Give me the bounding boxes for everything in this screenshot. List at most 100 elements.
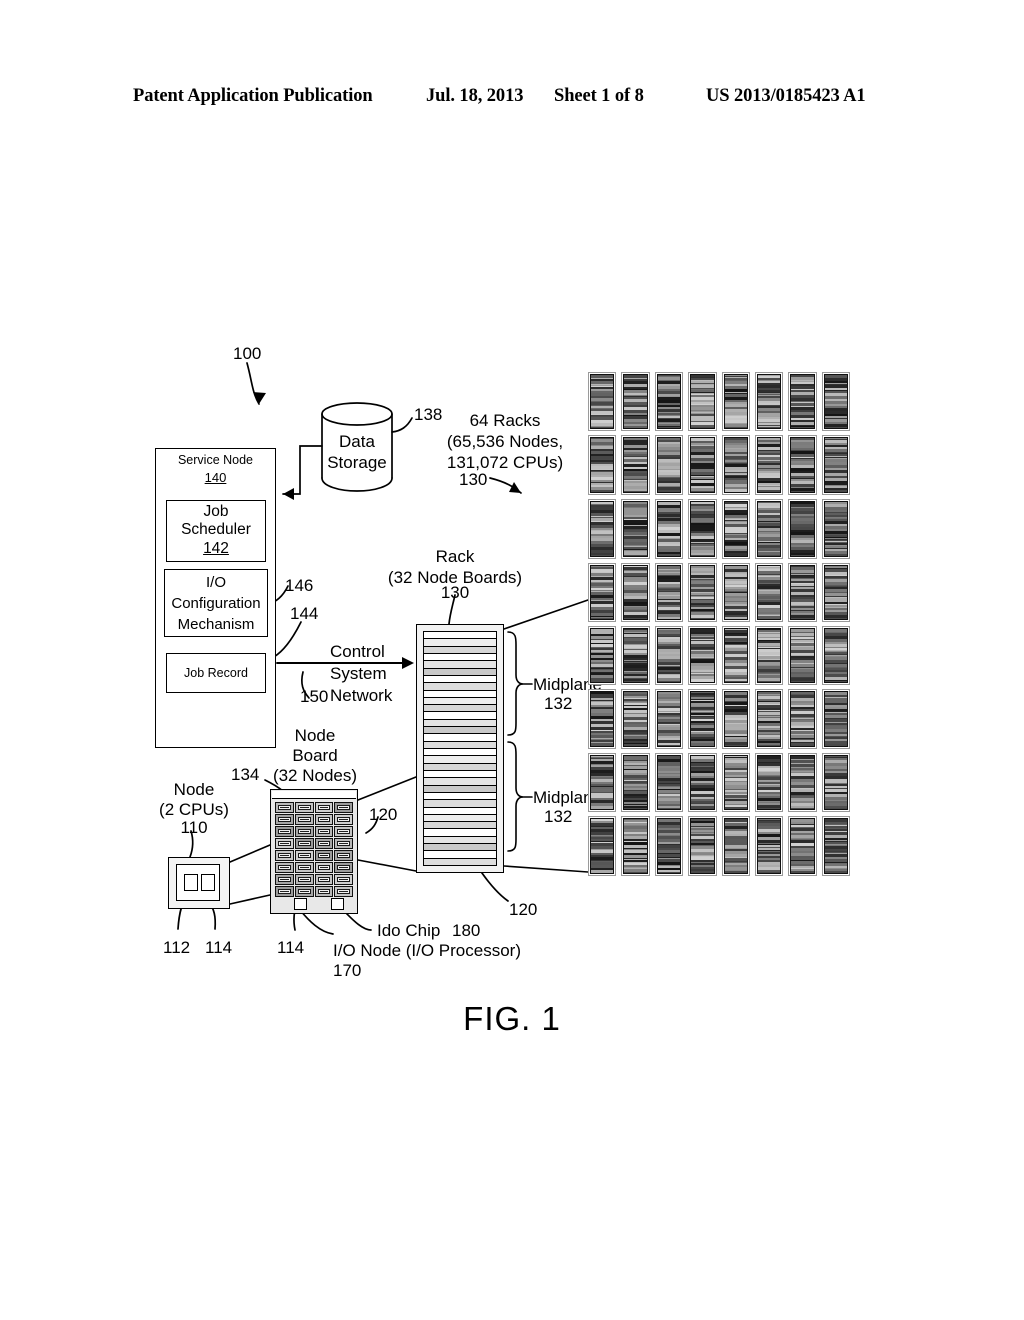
rack-unit-body bbox=[690, 437, 715, 493]
rack-unit bbox=[688, 689, 717, 749]
rack-unit-body bbox=[756, 628, 782, 683]
rack-unit bbox=[588, 816, 617, 876]
rack-node-board-slot bbox=[424, 844, 496, 852]
rack-node-board-slot bbox=[424, 661, 496, 669]
node-chip bbox=[334, 862, 353, 873]
rack-node-board-slot bbox=[424, 683, 496, 691]
io-node-label: I/O Node (I/O Processor) bbox=[333, 941, 521, 960]
rack-unit-body bbox=[756, 501, 782, 557]
figure-caption: FIG. 1 bbox=[463, 1000, 561, 1037]
rack-unit-body bbox=[623, 501, 648, 557]
node-chip bbox=[334, 802, 353, 813]
rack-unit-body bbox=[623, 628, 648, 683]
racks-summary-label: 64 Racks (65,536 Nodes, 131,072 CPUs) bbox=[430, 410, 580, 473]
node-chip bbox=[294, 862, 314, 873]
rack-unit-body bbox=[690, 628, 715, 683]
cpu-square-2 bbox=[201, 874, 215, 891]
rack-unit-body bbox=[790, 628, 815, 683]
node-chip bbox=[294, 886, 314, 897]
ref-132-midplane-lower: 132 bbox=[544, 807, 573, 826]
rack-node-board-slot bbox=[424, 668, 496, 676]
rack-unit-body bbox=[823, 691, 848, 747]
rack-node-board-slot bbox=[424, 785, 496, 793]
job-scheduler-line2: Scheduler bbox=[181, 521, 251, 538]
rack-unit-body bbox=[656, 818, 682, 874]
rack-unit-body bbox=[790, 437, 815, 493]
rack-unit bbox=[588, 372, 617, 431]
rack-unit-body bbox=[790, 818, 815, 874]
rack-unit bbox=[621, 689, 650, 749]
node-chip bbox=[294, 802, 314, 813]
rack-unit bbox=[654, 753, 684, 812]
rack-unit-body bbox=[723, 437, 748, 493]
rack-unit bbox=[721, 753, 750, 812]
job-scheduler-line1: Job bbox=[203, 503, 229, 520]
node-chip bbox=[314, 886, 334, 897]
ref-130-racks: 130 bbox=[459, 470, 488, 489]
rack-node-board-slot bbox=[424, 675, 496, 684]
rack-unit bbox=[754, 372, 784, 431]
rack-unit bbox=[788, 689, 817, 749]
rack-unit-body bbox=[823, 755, 848, 810]
rack-unit bbox=[654, 626, 684, 685]
control-network-line3: Network bbox=[330, 686, 393, 705]
ref-132-midplane-upper: 132 bbox=[544, 694, 573, 713]
node-chip bbox=[294, 874, 314, 885]
rack-unit-body bbox=[656, 691, 682, 747]
rack-unit bbox=[654, 435, 684, 495]
rack-unit bbox=[621, 816, 650, 876]
node-chip bbox=[334, 850, 353, 861]
rack-unit-body bbox=[756, 691, 782, 747]
ref-142-job-scheduler: 142 bbox=[203, 540, 229, 557]
ref-120-rack-slot: 120 bbox=[509, 900, 538, 919]
rack-unit bbox=[788, 372, 817, 431]
rack-unit-body bbox=[823, 565, 848, 620]
rack-unit bbox=[754, 753, 784, 812]
io-node-square-left bbox=[294, 898, 307, 910]
rack-node-board-slot bbox=[424, 829, 496, 837]
rack-unit-body bbox=[723, 755, 748, 810]
rack-unit-body bbox=[623, 691, 648, 747]
ref-100-system: 100 bbox=[233, 344, 262, 363]
rack-unit bbox=[721, 499, 750, 559]
node-board-line2: Board bbox=[292, 746, 338, 765]
rack-unit bbox=[721, 816, 750, 876]
rack-node-board-slots bbox=[423, 631, 497, 866]
rack-unit-body bbox=[823, 818, 848, 874]
node-board-line3: (32 Nodes) bbox=[272, 766, 358, 785]
control-system-network-label: Control System Network bbox=[330, 641, 392, 707]
rack-unit bbox=[821, 626, 850, 685]
rack-unit-body bbox=[656, 501, 682, 557]
data-storage-line1: Data bbox=[339, 432, 375, 451]
node-chip bbox=[275, 814, 294, 825]
rack-node-board-slot bbox=[424, 734, 496, 742]
rack-node-board-slot bbox=[424, 632, 496, 640]
rack-unit bbox=[621, 435, 650, 495]
rack-unit bbox=[821, 816, 850, 876]
rack-unit-body bbox=[756, 437, 782, 493]
rack-unit bbox=[588, 689, 617, 749]
node-chip bbox=[334, 874, 353, 885]
rack-unit bbox=[688, 435, 717, 495]
rack-unit-body bbox=[690, 818, 715, 874]
rack-unit bbox=[821, 563, 850, 622]
rack-unit bbox=[754, 626, 784, 685]
rack-unit bbox=[621, 372, 650, 431]
rack-unit-body bbox=[756, 755, 782, 810]
rack-node-board-slot bbox=[424, 705, 496, 713]
node-board-line1: Node bbox=[294, 726, 336, 745]
rack-node-board-slot bbox=[424, 858, 496, 865]
rack-unit bbox=[588, 435, 617, 495]
node-chip bbox=[294, 814, 314, 825]
rack-unit bbox=[788, 563, 817, 622]
node-chip bbox=[314, 850, 334, 861]
node-chip bbox=[275, 850, 294, 861]
rack-unit-body bbox=[723, 565, 748, 620]
rack-node-board-slot bbox=[424, 822, 496, 830]
ref-110-node: 110 bbox=[180, 818, 208, 837]
rack-unit-body bbox=[723, 374, 748, 429]
rack-node-board-slot bbox=[424, 727, 496, 735]
rack-unit bbox=[654, 816, 684, 876]
rack-unit bbox=[721, 435, 750, 495]
rack-unit-body bbox=[590, 818, 615, 874]
